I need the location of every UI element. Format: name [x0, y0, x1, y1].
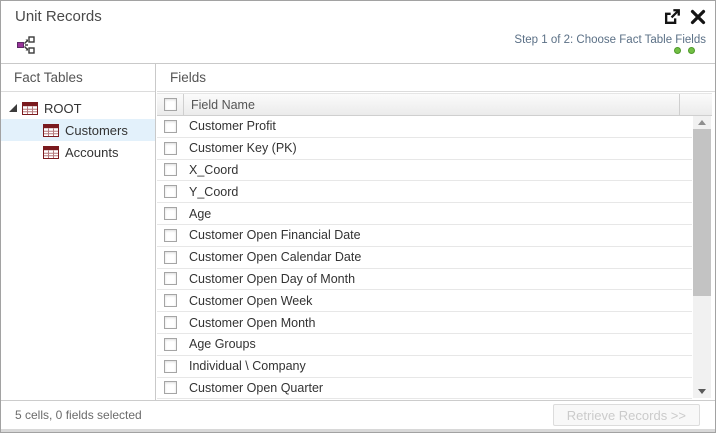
- field-name-label: X_Coord: [189, 163, 238, 177]
- selection-status-text: 5 cells, 0 fields selected: [15, 408, 142, 422]
- fields-panel: Fields Field Name Customer Profit Custom…: [157, 64, 715, 400]
- field-name-label: Customer Open Financial Date: [189, 228, 361, 242]
- status-bar: 5 cells, 0 fields selected Retrieve Reco…: [1, 400, 715, 429]
- fields-scrollbar[interactable]: [693, 116, 711, 398]
- row-checkbox[interactable]: [164, 251, 177, 264]
- table-row[interactable]: Customer Open Month: [157, 312, 692, 334]
- fact-tables-tree: ROOT Customers Accou: [1, 92, 155, 163]
- grid-header-spacer: [679, 94, 712, 115]
- dialog-bottom-edge: [1, 429, 715, 432]
- table-row[interactable]: Age Groups: [157, 334, 692, 356]
- field-name-label: Customer Open Month: [189, 316, 315, 330]
- field-name-label: Customer Key (PK): [189, 141, 297, 155]
- step-dot: [674, 47, 681, 54]
- table-row[interactable]: Customer Open Week: [157, 290, 692, 312]
- step-indicator-dots: [674, 47, 695, 54]
- tree-item-label: ROOT: [44, 101, 82, 116]
- field-name-label: Customer Open Calendar Date: [189, 250, 361, 264]
- triangle-up-icon: [698, 120, 706, 125]
- retrieve-records-button[interactable]: Retrieve Records >>: [553, 404, 700, 426]
- tree-item-accounts[interactable]: Accounts: [1, 141, 155, 163]
- tree-item-label: Customers: [65, 123, 128, 138]
- table-row[interactable]: Individual \ Company: [157, 356, 692, 378]
- field-name-label: Customer Open Quarter: [189, 381, 323, 395]
- table-row[interactable]: Customer Open Quarter: [157, 378, 692, 399]
- row-checkbox[interactable]: [164, 229, 177, 242]
- row-checkbox[interactable]: [164, 316, 177, 329]
- tree-item-customers[interactable]: Customers: [1, 119, 155, 141]
- field-name-label: Age: [189, 207, 211, 221]
- scroll-up-button[interactable]: [693, 116, 711, 129]
- table-row[interactable]: Y_Coord: [157, 181, 692, 203]
- step-indicator-label: Step 1 of 2: Choose Fact Table Fields: [514, 34, 706, 46]
- field-name-label: Customer Profit: [189, 119, 276, 133]
- row-checkbox[interactable]: [164, 272, 177, 285]
- table-icon: [43, 146, 59, 159]
- row-checkbox[interactable]: [164, 142, 177, 155]
- field-name-label: Y_Coord: [189, 185, 238, 199]
- row-checkbox[interactable]: [164, 381, 177, 394]
- row-checkbox[interactable]: [164, 338, 177, 351]
- field-name-label: Individual \ Company: [189, 359, 306, 373]
- caret-expanded-icon[interactable]: [8, 103, 18, 113]
- tree-item-label: Accounts: [65, 145, 118, 160]
- table-icon: [22, 102, 38, 115]
- table-row[interactable]: X_Coord: [157, 160, 692, 182]
- table-row[interactable]: Customer Key (PK): [157, 138, 692, 160]
- row-checkbox[interactable]: [164, 294, 177, 307]
- table-row[interactable]: Age: [157, 203, 692, 225]
- select-all-cell: [157, 94, 184, 115]
- field-name-label: Customer Open Week: [189, 294, 312, 308]
- row-checkbox[interactable]: [164, 360, 177, 373]
- open-in-new-window-icon[interactable]: [663, 8, 681, 26]
- select-all-checkbox[interactable]: [164, 98, 177, 111]
- row-checkbox[interactable]: [164, 207, 177, 220]
- field-name-label: Customer Open Day of Month: [189, 272, 355, 286]
- scrollbar-thumb[interactable]: [693, 129, 711, 296]
- fields-header: Fields: [157, 64, 715, 92]
- step-dot: [688, 47, 695, 54]
- tree-item-root[interactable]: ROOT: [1, 97, 155, 119]
- triangle-down-icon: [698, 389, 706, 394]
- field-name-column-header: Field Name: [184, 94, 679, 115]
- close-icon[interactable]: [689, 8, 707, 26]
- dialog-body: Fact Tables ROOT: [1, 63, 715, 400]
- row-checkbox[interactable]: [164, 120, 177, 133]
- tree-structure-icon[interactable]: [16, 35, 36, 55]
- row-checkbox[interactable]: [164, 185, 177, 198]
- fact-tables-header: Fact Tables: [1, 64, 155, 92]
- row-checkbox[interactable]: [164, 163, 177, 176]
- fields-grid-header: Field Name: [157, 93, 712, 116]
- table-row[interactable]: Customer Profit: [157, 116, 692, 138]
- unit-records-dialog: Unit Records Step 1 of 2: Choose Fact Ta…: [0, 0, 716, 433]
- fact-tables-panel: Fact Tables ROOT: [1, 64, 156, 400]
- table-icon: [43, 124, 59, 137]
- dialog-title: Unit Records: [15, 8, 102, 25]
- scroll-down-button[interactable]: [693, 385, 711, 398]
- field-name-label: Age Groups: [189, 337, 256, 351]
- table-row[interactable]: Customer Open Day of Month: [157, 269, 692, 291]
- table-row[interactable]: Customer Open Financial Date: [157, 225, 692, 247]
- fields-rows: Customer Profit Customer Key (PK) X_Coor…: [157, 116, 692, 399]
- table-row[interactable]: Customer Open Calendar Date: [157, 247, 692, 269]
